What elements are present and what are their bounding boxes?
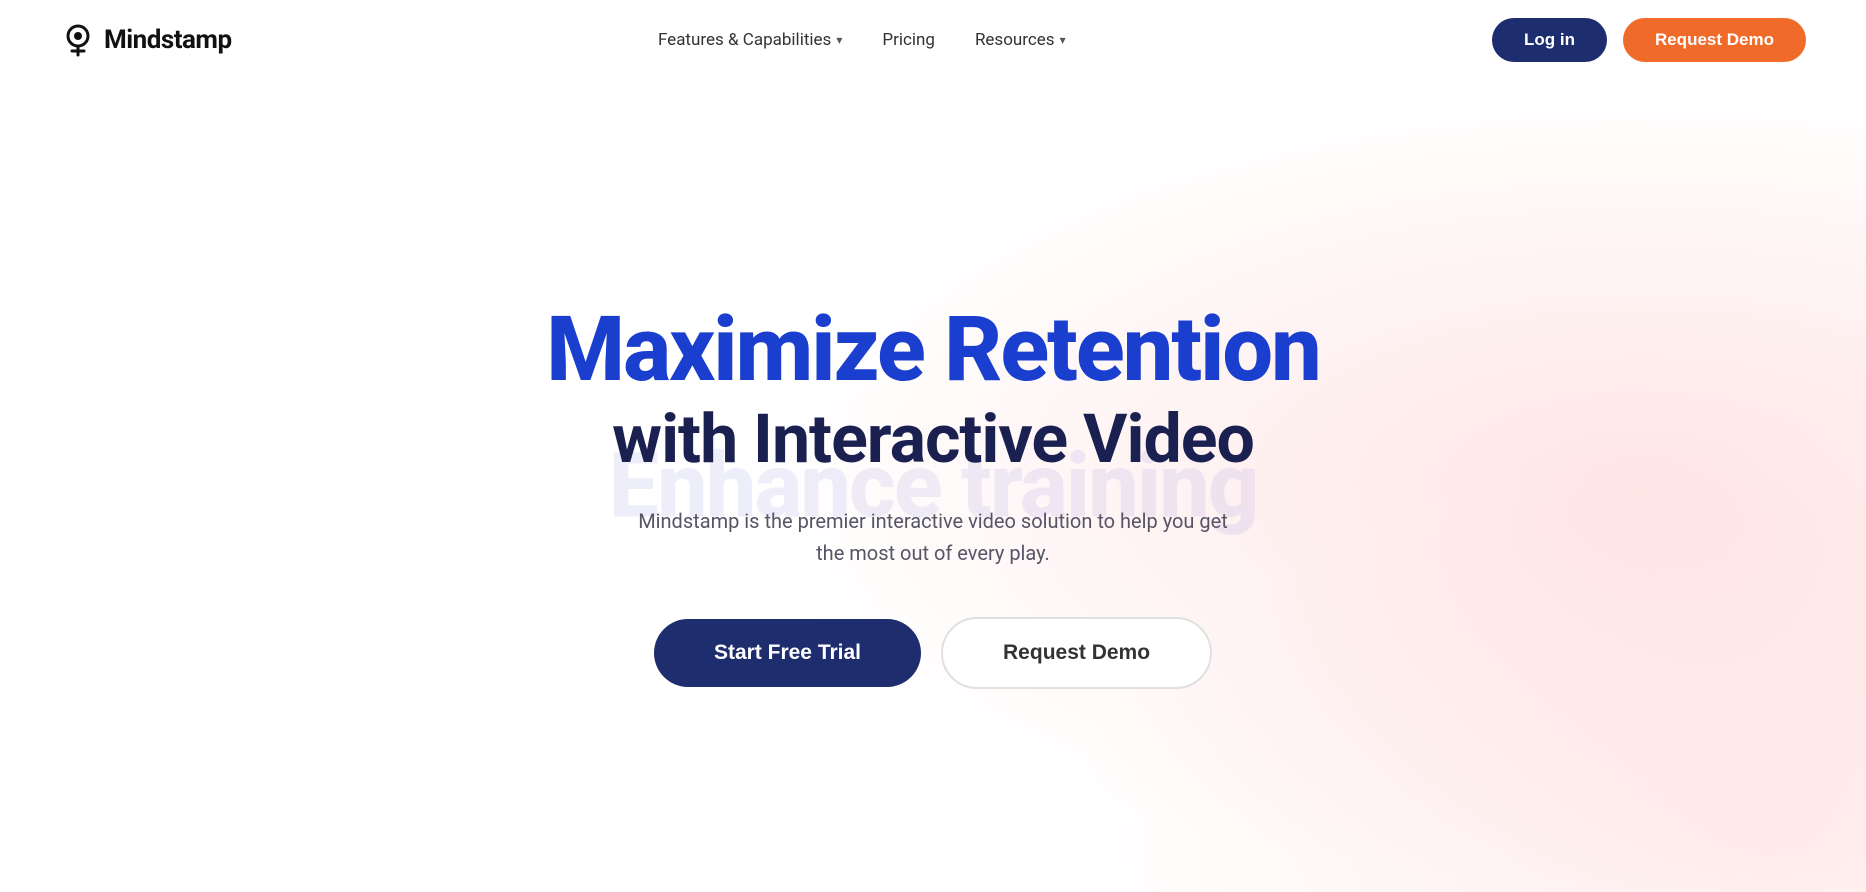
hero-buttons: Start Free Trial Request Demo (546, 617, 1319, 689)
navbar: Mindstamp Features & Capabilities ▾ Pric… (0, 0, 1866, 80)
hero-title-main: Maximize Retention (546, 303, 1319, 398)
request-demo-hero-button[interactable]: Request Demo (941, 617, 1212, 689)
nav-actions: Log in Request Demo (1492, 18, 1806, 62)
brand-name: Mindstamp (104, 25, 232, 55)
nav-links: Features & Capabilities ▾ Pricing Resour… (658, 30, 1066, 50)
hero-title-sub: with Interactive Video (546, 402, 1319, 477)
nav-features-label: Features & Capabilities (658, 30, 831, 50)
login-button[interactable]: Log in (1492, 18, 1607, 62)
nav-pricing[interactable]: Pricing (882, 30, 935, 50)
start-free-trial-button[interactable]: Start Free Trial (654, 619, 921, 687)
nav-pricing-label: Pricing (882, 30, 935, 50)
mindstamp-logo-icon (60, 22, 96, 58)
nav-features[interactable]: Features & Capabilities ▾ (658, 30, 842, 50)
request-demo-nav-button[interactable]: Request Demo (1623, 18, 1806, 62)
chevron-down-icon: ▾ (836, 33, 842, 47)
hero-description: Mindstamp is the premier interactive vid… (633, 505, 1233, 569)
hero-content: Maximize Retention with Interactive Vide… (546, 303, 1319, 688)
logo[interactable]: Mindstamp (60, 22, 232, 58)
nav-resources[interactable]: Resources ▾ (975, 30, 1066, 50)
nav-resources-label: Resources (975, 30, 1055, 50)
chevron-down-icon-resources: ▾ (1060, 33, 1066, 47)
hero-section: Enhance training Maximize Retention with… (0, 80, 1866, 892)
